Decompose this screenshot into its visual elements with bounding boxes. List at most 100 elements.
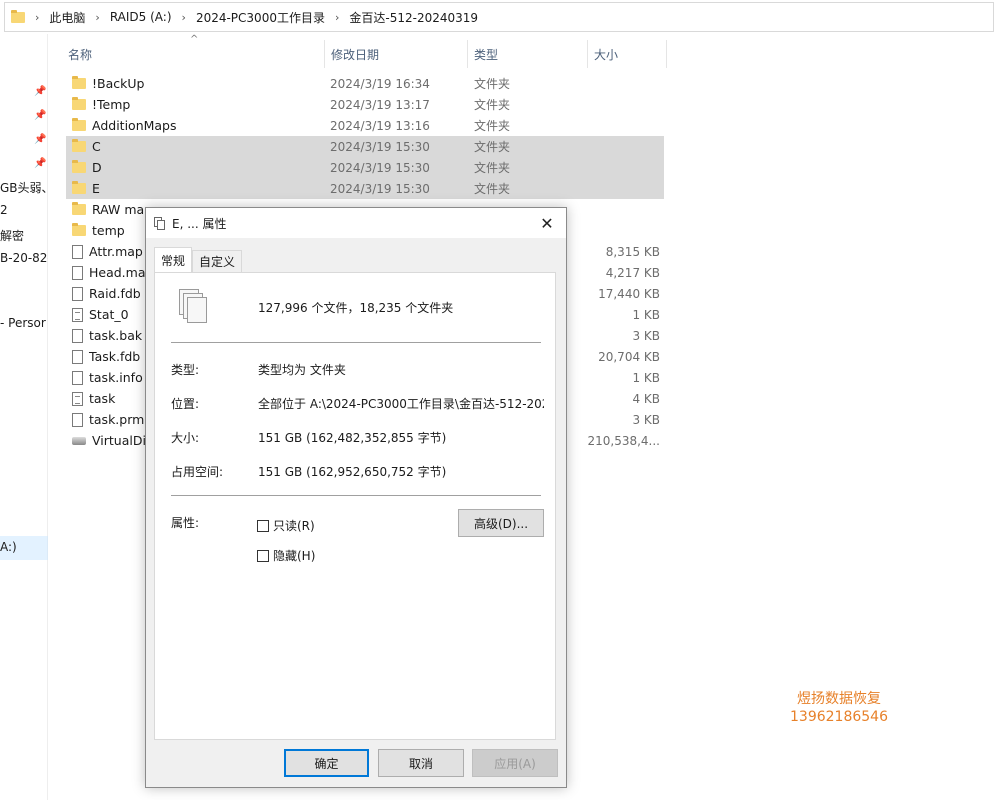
file-row[interactable]: D 2024/3/19 15:30 文件夹 <box>66 157 664 178</box>
column-header-date[interactable]: 修改日期 <box>331 40 379 68</box>
column-header-name[interactable]: 名称 <box>68 40 92 68</box>
file-row[interactable]: !Temp 2024/3/19 13:17 文件夹 <box>66 94 664 115</box>
folder-icon <box>72 76 86 89</box>
divider <box>171 342 541 343</box>
readonly-label: 只读(R) <box>273 519 315 533</box>
column-divider[interactable] <box>587 40 588 68</box>
file-name-cell: C <box>72 139 101 154</box>
folder-icon <box>72 181 86 194</box>
file-size: 210,538,4... <box>587 433 660 448</box>
address-bar[interactable]: › 此电脑 › RAID5 (A:) › 2024-PC3000工作目录 › 金… <box>4 2 994 32</box>
file-name-cell: task.info <box>72 370 143 385</box>
file-date: 2024/3/19 13:17 <box>330 97 430 112</box>
advanced-button[interactable]: 高级(D)... <box>458 509 544 537</box>
size-on-disk-value: 151 GB (162,952,650,752 字节) <box>258 465 447 479</box>
sort-ascending-icon: ^ <box>190 34 199 45</box>
breadcrumb: 此电脑 › RAID5 (A:) › 2024-PC3000工作目录 › 金百达… <box>49 9 478 26</box>
location-label: 位置: <box>171 397 200 411</box>
file-row[interactable]: E 2024/3/19 15:30 文件夹 <box>66 178 664 199</box>
pin-icon: 📌 <box>34 134 47 145</box>
dialog-tabs: 常规 自定义 <box>154 247 243 272</box>
file-name-cell: task.bak <box>72 328 142 343</box>
file-count-summary: 127,996 个文件，18,235 个文件夹 <box>258 301 454 315</box>
file-name: task.prm <box>89 412 145 427</box>
multiple-files-icon <box>179 289 213 325</box>
dialog-title-bar[interactable]: E, ... 属性 ✕ <box>146 208 566 238</box>
file-name-cell: VirtualDis <box>72 433 152 448</box>
sidebar-item[interactable]: - Persor <box>0 316 48 330</box>
file-name-cell: !BackUp <box>72 76 144 91</box>
folder-icon <box>72 139 86 152</box>
file-name: C <box>92 139 101 154</box>
chevron-right-icon: › <box>35 10 40 24</box>
cancel-button[interactable]: 取消 <box>378 749 464 777</box>
file-row[interactable]: !BackUp 2024/3/19 16:34 文件夹 <box>66 73 664 94</box>
tab-custom[interactable]: 自定义 <box>192 250 243 272</box>
hidden-label: 隐藏(H) <box>273 549 316 563</box>
readonly-checkbox[interactable]: 只读(R) <box>257 517 315 534</box>
breadcrumb-item-raid5[interactable]: RAID5 (A:) <box>110 10 172 24</box>
sidebar-item[interactable]: 解密 <box>0 227 48 244</box>
watermark: 煜扬数据恢复 13962186546 <box>790 690 888 726</box>
close-icon: ✕ <box>540 213 554 233</box>
chevron-right-icon: › <box>95 10 100 24</box>
sidebar-item-raid5[interactable]: A:) <box>0 540 48 554</box>
file-size: 8,315 KB <box>605 244 660 259</box>
file-name: task.info <box>89 370 143 385</box>
file-row[interactable]: C 2024/3/19 15:30 文件夹 <box>66 136 664 157</box>
file-size: 4 KB <box>632 391 660 406</box>
file-name: task <box>89 391 116 406</box>
folder-icon <box>72 97 86 110</box>
file-row[interactable]: AdditionMaps 2024/3/19 13:16 文件夹 <box>66 115 664 136</box>
file-date: 2024/3/19 13:16 <box>330 118 430 133</box>
file-name-cell: E <box>72 181 100 196</box>
file-name-cell: Head.map <box>72 265 153 280</box>
column-header-size[interactable]: 大小 <box>594 40 618 68</box>
file-icon <box>72 349 83 364</box>
pin-icon: 📌 <box>34 110 47 121</box>
file-name: Task.fdb <box>89 349 141 364</box>
sidebar-item[interactable]: B-20-82- <box>0 251 48 265</box>
file-name: VirtualDis <box>92 433 153 448</box>
file-name-cell: task.prm <box>72 412 144 427</box>
column-divider[interactable] <box>666 40 667 68</box>
hidden-checkbox[interactable]: 隐藏(H) <box>257 547 315 564</box>
folder-icon <box>72 202 86 215</box>
file-name-cell: temp <box>72 223 125 238</box>
size-value: 151 GB (162,482,352,855 字节) <box>258 431 447 445</box>
close-button[interactable]: ✕ <box>534 210 560 236</box>
apply-button[interactable]: 应用(A) <box>472 749 558 777</box>
file-name: RAW map <box>92 202 153 217</box>
file-date: 2024/3/19 15:30 <box>330 160 430 175</box>
file-name-cell: RAW map <box>72 202 152 217</box>
location-value: 全部位于 A:\2024-PC3000工作目录\金百达-512-2024 <box>258 397 544 411</box>
breadcrumb-item-current[interactable]: 金百达-512-20240319 <box>349 9 478 26</box>
file-name: !BackUp <box>92 76 145 91</box>
sidebar-item[interactable]: 2 <box>0 203 48 217</box>
tab-general[interactable]: 常规 <box>154 247 193 272</box>
column-divider[interactable] <box>324 40 325 68</box>
watermark-name: 煜扬数据恢复 <box>796 691 881 707</box>
breadcrumb-item-this-pc[interactable]: 此电脑 <box>49 9 85 26</box>
sidebar-item[interactable]: GB头弱、 <box>0 179 48 196</box>
divider <box>171 495 541 496</box>
breadcrumb-item-workdir[interactable]: 2024-PC3000工作目录 <box>196 9 325 26</box>
general-tab-panel: 127,996 个文件，18,235 个文件夹 类型: 类型均为 文件夹 位置:… <box>154 272 556 740</box>
file-name: Raid.fdb <box>89 286 141 301</box>
pin-icon: 📌 <box>34 158 47 169</box>
file-name-cell: AdditionMaps <box>72 118 177 133</box>
type-label: 类型: <box>171 363 200 377</box>
file-type: 文件夹 <box>474 77 511 91</box>
chevron-right-icon: › <box>334 10 340 24</box>
column-divider[interactable] <box>467 40 468 68</box>
column-header-type[interactable]: 类型 <box>474 40 498 68</box>
file-name-cell: D <box>72 160 102 175</box>
file-size: 4,217 KB <box>605 265 660 280</box>
file-name: E <box>92 181 100 196</box>
checkbox-box[interactable] <box>257 549 269 562</box>
file-name: AdditionMaps <box>92 118 177 133</box>
checkbox-box[interactable] <box>257 519 269 532</box>
file-size: 1 KB <box>632 370 660 385</box>
ok-button[interactable]: 确定 <box>284 749 369 777</box>
size-label: 大小: <box>171 431 200 445</box>
